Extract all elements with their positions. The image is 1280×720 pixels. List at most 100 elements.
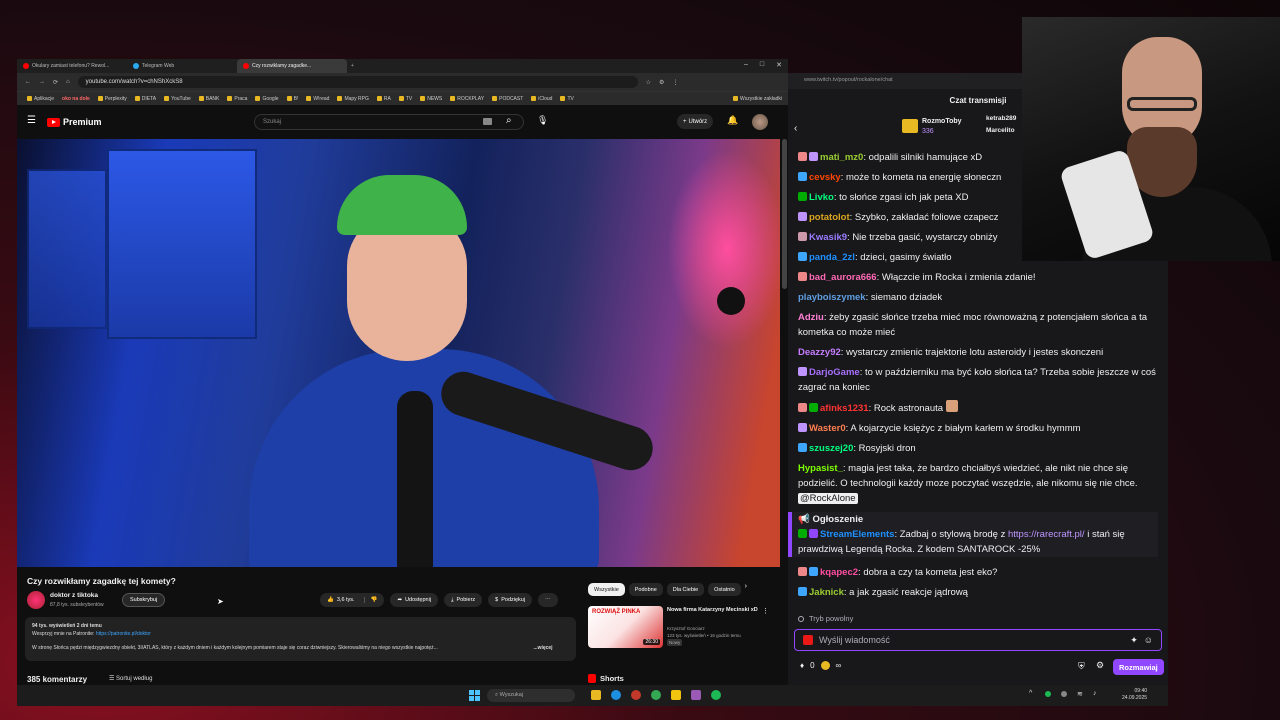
like-button[interactable]: 👍 3,6 tys. 👎 xyxy=(320,593,385,607)
chip-all[interactable]: Wszystkie xyxy=(588,583,625,596)
bookmark-item[interactable]: Google xyxy=(255,96,279,102)
chat-nick[interactable]: mati_mz0 xyxy=(820,152,863,163)
new-tab-icon[interactable]: + xyxy=(347,63,354,69)
emote-picker-icon[interactable]: ☺ xyxy=(1144,635,1153,645)
share-button[interactable]: ➦ Udostępnij xyxy=(390,593,439,607)
rarecraft-link[interactable]: https://rarecraft.pl/ xyxy=(1008,529,1085,540)
minimize-icon[interactable]: – xyxy=(744,61,748,69)
chat-nick[interactable]: StreamElements xyxy=(820,529,894,540)
chrome-icon[interactable] xyxy=(651,690,661,700)
home-icon[interactable]: ⌂ xyxy=(66,79,70,85)
channel-name[interactable]: doktor z tiktoka xyxy=(50,592,98,599)
all-bookmarks[interactable]: Wszystkie zakładki xyxy=(733,96,788,102)
bookmark-item[interactable]: DIETA xyxy=(134,96,156,102)
youtube-logo[interactable]: Premium xyxy=(47,117,102,127)
recommended-thumbnail[interactable]: ROZWIĄŻ PINKA 26:30 xyxy=(588,606,663,648)
windows-start-icon[interactable] xyxy=(469,690,480,701)
tab-youtube-active[interactable]: Czy rozwiklamy zagadke... xyxy=(237,59,347,73)
chat-nick[interactable]: Deazzy92 xyxy=(798,347,841,358)
chat-nick[interactable]: Hypasist_ xyxy=(798,463,843,474)
bookmark-item[interactable]: B! xyxy=(286,96,298,102)
edge-icon[interactable] xyxy=(611,690,621,700)
show-more-link[interactable]: ...więcej xyxy=(533,645,552,651)
mention[interactable]: @RockAlone xyxy=(798,493,858,504)
avatar[interactable] xyxy=(752,114,768,130)
maximize-icon[interactable]: □ xyxy=(760,61,764,69)
create-button[interactable]: + Utwórz xyxy=(677,114,714,129)
reload-icon[interactable]: ⟳ xyxy=(53,79,58,86)
close-icon[interactable]: ✕ xyxy=(776,61,782,69)
bookmark-item[interactable]: NEWS xyxy=(420,96,442,102)
tray-chevron-icon[interactable]: ^ xyxy=(1029,690,1032,697)
bookmark-item[interactable]: Aplikacje xyxy=(27,96,54,102)
opera-icon[interactable] xyxy=(631,690,641,700)
notifications-bell-icon[interactable]: 🔔 xyxy=(727,115,738,126)
bookmark-item[interactable]: Mapy RPG xyxy=(337,96,369,102)
chat-nick[interactable]: szuszej20 xyxy=(809,443,853,454)
bits-icon[interactable]: ✦ xyxy=(1130,635,1138,646)
more-vert-icon[interactable]: ⋮ xyxy=(762,607,769,615)
spotify-icon[interactable] xyxy=(711,690,721,700)
tray-app-icon[interactable] xyxy=(1045,691,1051,697)
chip-related[interactable]: Podobne xyxy=(628,583,663,596)
gifter-third[interactable]: Marcelito xyxy=(986,127,1015,134)
bookmark-item[interactable]: TV xyxy=(398,96,412,102)
video-player[interactable] xyxy=(17,139,780,567)
chat-nick[interactable]: afinks1231 xyxy=(820,403,869,414)
thanks-button[interactable]: $ Podziękuj xyxy=(488,593,533,607)
tray-app-icon[interactable] xyxy=(1061,691,1067,697)
extensions-icon[interactable]: ⚙ xyxy=(659,79,664,86)
chat-nick[interactable]: Kwasik9 xyxy=(809,232,847,243)
menu-icon[interactable]: ⋮ xyxy=(672,79,678,86)
chat-nick[interactable]: Livko xyxy=(809,192,834,203)
thumbs-down-icon[interactable]: 👎 xyxy=(363,597,377,603)
download-button[interactable]: ⤓ Pobierz xyxy=(444,593,483,607)
bookmark-item[interactable]: Praca xyxy=(227,96,247,102)
page-scrollbar[interactable] xyxy=(782,139,787,289)
bookmark-item[interactable]: W!read xyxy=(306,96,329,102)
bookmark-item[interactable]: PODCAST xyxy=(492,96,523,102)
description-box[interactable]: 94 tys. wyświetleń 2 dni temu Wesprzyj m… xyxy=(25,617,576,661)
volume-icon[interactable]: ♪ xyxy=(1093,690,1097,697)
bookmark-item[interactable]: Perplexity xyxy=(97,96,127,102)
bookmark-item[interactable]: RA xyxy=(376,96,391,102)
taskbar-search[interactable]: ⌕ Wyszukaj xyxy=(487,689,575,702)
back-icon[interactable]: ← xyxy=(25,79,31,85)
chat-nick[interactable]: Waster0 xyxy=(809,423,846,434)
wifi-icon[interactable]: ≋ xyxy=(1077,690,1083,698)
recommended-channel[interactable]: Krzysztof Gonciarz xyxy=(667,625,741,632)
chevron-left-icon[interactable]: ‹ xyxy=(794,123,797,134)
chat-nick[interactable]: bad_aurora666 xyxy=(809,272,877,283)
search-icon[interactable]: ⌕ xyxy=(506,115,512,126)
app-icon[interactable] xyxy=(671,690,681,700)
patronite-link[interactable]: https://patronite.pl/doktor xyxy=(96,631,151,637)
bookmark-item[interactable]: oko na dole xyxy=(62,96,90,102)
subscribe-button[interactable]: Subskrybuj xyxy=(122,593,166,607)
chat-input[interactable]: Wyślij wiadomość ✦ ☺ xyxy=(794,629,1162,651)
forward-icon[interactable]: → xyxy=(39,79,45,85)
bookmark-item[interactable]: YouTube xyxy=(164,96,191,102)
gear-icon[interactable]: ⚙ xyxy=(1096,660,1104,671)
chat-nick[interactable]: panda_2zl xyxy=(809,252,855,263)
more-actions-button[interactable]: ⋯ xyxy=(538,593,558,607)
shield-icon[interactable]: ⛨ xyxy=(1078,661,1085,672)
chat-nick[interactable]: cevsky xyxy=(809,172,841,183)
chat-nick[interactable]: kqapec2 xyxy=(820,567,858,578)
chat-nick[interactable]: playboiszymek xyxy=(798,292,866,303)
bookmark-star-icon[interactable]: ☆ xyxy=(646,79,651,86)
chat-nick[interactable]: potatolot xyxy=(809,212,850,223)
top-gifter[interactable]: RozmoToby xyxy=(922,118,962,125)
chevron-right-icon[interactable]: › xyxy=(745,583,747,596)
channel-points-icon[interactable] xyxy=(820,661,830,670)
bits-diamond-icon[interactable]: ♦ xyxy=(800,661,804,670)
url-input[interactable]: youtube.com/watch?v=chNShXckS8 xyxy=(77,76,638,88)
chip-recent[interactable]: Ostatnio xyxy=(708,583,741,596)
tab-okulary[interactable]: Okulary zamiast telefonu? Rewol... xyxy=(17,59,127,73)
channel-avatar[interactable] xyxy=(27,591,45,609)
file-explorer-icon[interactable] xyxy=(591,690,601,700)
sort-button[interactable]: ☰ Sortuj według xyxy=(109,675,152,682)
chat-nick[interactable]: DarjoGame xyxy=(809,367,860,378)
recommended-title[interactable]: Nowa firma Katarzyny Mecinski xD xyxy=(667,607,777,614)
hamburger-menu-icon[interactable]: ☰ xyxy=(27,115,36,126)
bookmark-item[interactable]: ROCKPLAY xyxy=(450,96,484,102)
